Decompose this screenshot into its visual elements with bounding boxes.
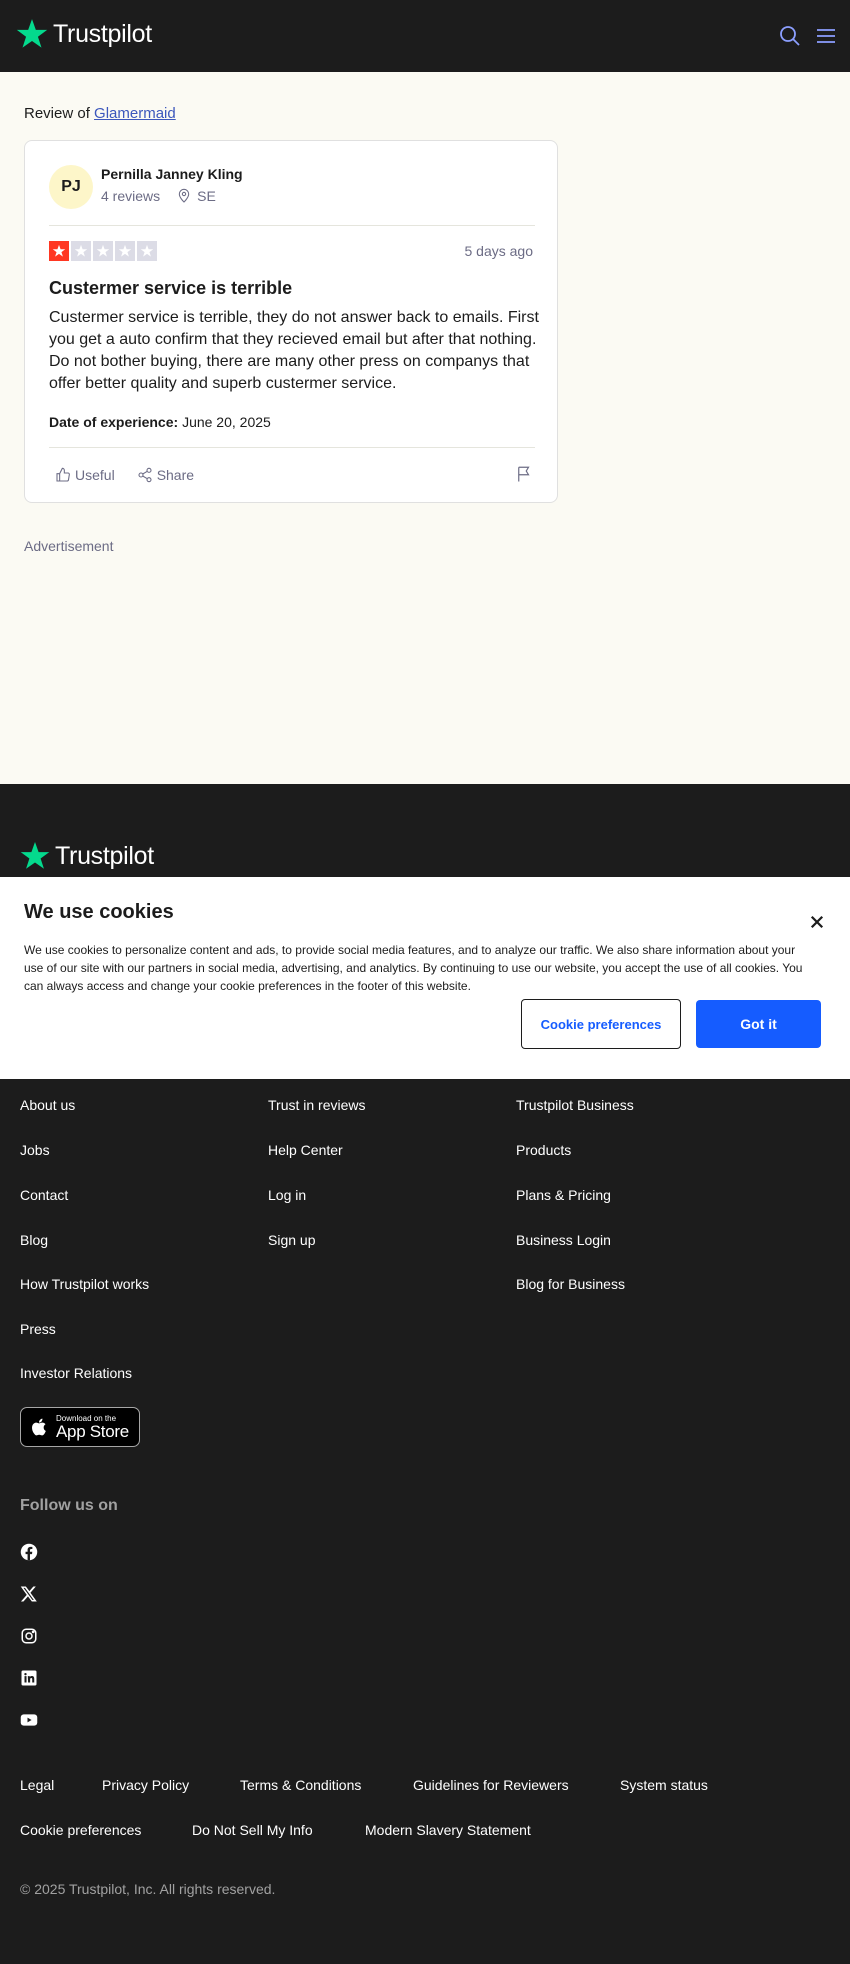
star-icon <box>16 19 48 48</box>
useful-label: Useful <box>75 467 115 483</box>
footer-link-products[interactable]: Products <box>516 1142 571 1158</box>
logo-text: Trustpilot <box>53 19 152 48</box>
legal-link-terms[interactable]: Terms & Conditions <box>240 1777 361 1793</box>
avatar[interactable]: PJ <box>49 165 93 209</box>
location-pin-icon <box>178 188 190 203</box>
legal-link-cookie-preferences[interactable]: Cookie preferences <box>20 1822 141 1838</box>
got-it-button[interactable]: Got it <box>696 1000 821 1048</box>
thumbs-up-icon <box>56 467 70 482</box>
footer-link-trustpilot-business[interactable]: Trustpilot Business <box>516 1097 634 1113</box>
footer-link-jobs[interactable]: Jobs <box>20 1142 50 1158</box>
x-icon[interactable] <box>20 1585 38 1603</box>
experience-date: June 20, 2025 <box>182 414 271 430</box>
footer-link-how-trustpilot-works[interactable]: How Trustpilot works <box>20 1276 149 1292</box>
share-button[interactable]: Share <box>137 467 194 483</box>
cookie-preferences-button[interactable]: Cookie preferences <box>521 999 681 1049</box>
logo-text: Trustpilot <box>55 841 154 870</box>
footer-link-contact[interactable]: Contact <box>20 1187 68 1203</box>
star-icon <box>137 241 157 261</box>
apple-icon <box>32 1418 46 1436</box>
footer-link-blog[interactable]: Blog <box>20 1232 48 1248</box>
review-date: 5 days ago <box>464 243 534 259</box>
cookie-banner: We use cookies We use cookies to persona… <box>0 877 850 1079</box>
reviewer-meta: 4 reviews SE <box>101 188 216 204</box>
advertisement-label: Advertisement <box>24 538 114 554</box>
footer-link-business-login[interactable]: Business Login <box>516 1232 611 1248</box>
footer-link-investor-relations[interactable]: Investor Relations <box>20 1365 132 1381</box>
cookie-title: We use cookies <box>24 901 174 923</box>
app-store-text: Download on the App Store <box>56 1414 129 1441</box>
legal-link-guidelines[interactable]: Guidelines for Reviewers <box>413 1777 569 1793</box>
app-store-big: App Store <box>56 1421 129 1441</box>
star-icon <box>71 241 91 261</box>
close-icon[interactable] <box>808 913 826 931</box>
search-icon[interactable] <box>778 24 802 48</box>
instagram-icon[interactable] <box>20 1627 38 1645</box>
footer-link-plans-pricing[interactable]: Plans & Pricing <box>516 1187 611 1203</box>
useful-button[interactable]: Useful <box>55 467 115 483</box>
reviewer-location: SE <box>176 188 216 204</box>
company-link[interactable]: Glamermaid <box>94 105 176 122</box>
date-of-experience: Date of experience: June 20, 2025 <box>49 414 271 430</box>
footer-link-help-center[interactable]: Help Center <box>268 1142 343 1158</box>
review-of: Review of Glamermaid <box>24 105 176 122</box>
copyright: © 2025 Trustpilot, Inc. All rights reser… <box>20 1881 276 1897</box>
review-title[interactable]: Custermer service is terrible <box>49 278 292 299</box>
reviews-count: 4 reviews <box>101 188 161 204</box>
legal-link-system-status[interactable]: System status <box>620 1777 708 1793</box>
cookie-text: We use cookies to personalize content an… <box>24 943 803 993</box>
legal-link-legal[interactable]: Legal <box>20 1777 54 1793</box>
share-icon <box>138 467 152 483</box>
trustpilot-logo[interactable]: Trustpilot <box>15 17 152 51</box>
footer-logo[interactable]: Trustpilot <box>19 840 154 872</box>
star-icon <box>20 842 50 869</box>
reviewer-name[interactable]: Pernilla Janney Kling <box>101 166 243 182</box>
follow-us-heading: Follow us on <box>20 1497 118 1514</box>
review-card: PJ Pernilla Janney Kling 4 reviews SE 5 … <box>24 140 558 503</box>
legal-link-modern-slavery[interactable]: Modern Slavery Statement <box>365 1822 531 1838</box>
legal-link-privacy-policy[interactable]: Privacy Policy <box>102 1777 189 1793</box>
app-store-badge[interactable]: Download on the App Store <box>20 1407 140 1447</box>
star-icon <box>49 241 69 261</box>
review-body: Custermer service is terrible, they do n… <box>49 309 539 392</box>
footer-link-about-us[interactable]: About us <box>20 1097 75 1113</box>
footer-link-sign-up[interactable]: Sign up <box>268 1232 315 1248</box>
footer-link-blog-for-business[interactable]: Blog for Business <box>516 1276 625 1292</box>
site-header: Trustpilot <box>0 0 850 72</box>
linkedin-icon[interactable] <box>20 1669 38 1687</box>
star-rating <box>49 241 157 261</box>
youtube-icon[interactable] <box>20 1711 38 1729</box>
star-icon <box>115 241 135 261</box>
review-actions: Useful Share <box>55 467 216 483</box>
menu-icon[interactable] <box>814 24 838 48</box>
experience-label: Date of experience: <box>49 414 179 430</box>
divider <box>49 225 535 226</box>
facebook-icon[interactable] <box>20 1543 38 1561</box>
footer-link-log-in[interactable]: Log in <box>268 1187 306 1203</box>
legal-link-do-not-sell[interactable]: Do Not Sell My Info <box>192 1822 313 1838</box>
review-of-prefix: Review of <box>24 105 90 122</box>
share-label: Share <box>156 467 195 483</box>
star-icon <box>93 241 113 261</box>
flag-icon[interactable] <box>515 465 533 483</box>
footer-link-press[interactable]: Press <box>20 1321 56 1337</box>
footer-link-trust-in-reviews[interactable]: Trust in reviews <box>268 1097 366 1113</box>
main-content: Review of Glamermaid PJ Pernilla Janney … <box>0 72 850 784</box>
country: SE <box>197 188 216 204</box>
divider <box>49 447 535 448</box>
